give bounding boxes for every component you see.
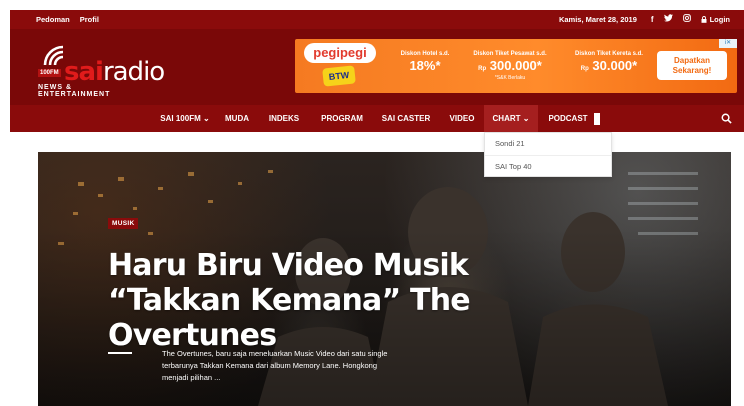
ad-choices-icon[interactable]: i✕ <box>719 39 737 48</box>
title-divider <box>108 352 132 354</box>
chart-dropdown-menu: Sondi 21 SAI Top 40 <box>484 132 612 177</box>
category-badge[interactable]: MUSIK <box>108 218 139 229</box>
ad-deal-currency: Rp <box>580 66 589 72</box>
ad-deal-value: 18%* <box>409 58 441 73</box>
logo-frequency: 100FM <box>38 69 61 77</box>
ad-btw-badge: BTW <box>322 65 356 87</box>
top-bar: Pedoman Profil Kamis, Maret 28, 2019 f L… <box>10 10 744 29</box>
site-logo[interactable]: 100FM sairadio NEWS & ENTERTAINMENT <box>36 41 165 98</box>
article-excerpt: The Overtunes, baru saja meneluarkan Mus… <box>162 349 388 382</box>
site-header: 100FM sairadio NEWS & ENTERTAINMENT pegi… <box>10 29 744 105</box>
ad-deal-title: Diskon Tiket Kereta s.d. <box>575 51 643 57</box>
login-button[interactable]: Login <box>701 15 730 24</box>
chevron-down-icon: ⌄ <box>522 114 530 123</box>
ad-deal-title: Diskon Tiket Pesawat s.d. <box>473 51 547 57</box>
ad-deal-train: Diskon Tiket Kereta s.d. Rp 30.000* <box>563 51 655 73</box>
ad-deal-hotel: Diskon Hotel s.d. 18%* <box>390 51 460 73</box>
logo-brand-radio: radio <box>102 57 165 87</box>
text-cursor <box>594 113 600 125</box>
advertisement-banner[interactable]: pegipegi BTW Diskon Hotel s.d. 18%* Disk… <box>295 39 737 93</box>
chevron-down-icon: ⌄ <box>203 114 210 123</box>
instagram-icon[interactable] <box>682 14 691 24</box>
ad-deal-value: Rp 300.000* <box>478 58 542 73</box>
logo-brand: sairadio <box>64 57 165 87</box>
ad-deal-note: *S&K Berlaku <box>494 75 526 81</box>
nav-item-chart[interactable]: CHART ⌄ <box>484 105 538 132</box>
ad-deal-currency: Rp <box>478 66 487 72</box>
twitter-icon[interactable] <box>663 14 673 24</box>
current-date: Kamis, Maret 28, 2019 <box>558 14 637 24</box>
nav-item-podcast[interactable]: PODCAST <box>544 105 592 132</box>
nav-item-sai-100fm[interactable]: SAI 100FM ⌄ <box>152 105 218 132</box>
facebook-icon[interactable]: f <box>651 15 654 24</box>
dropdown-item-sondi-21[interactable]: Sondi 21 <box>485 133 611 155</box>
featured-article[interactable]: MUSIK Haru Biru Video Musik “Takkan Kema… <box>38 152 731 406</box>
logo-brand-sai: sai <box>64 57 104 87</box>
ad-deal-flight: Diskon Tiket Pesawat s.d. Rp 300.000* *S… <box>460 51 560 81</box>
top-right: Kamis, Maret 28, 2019 f Login <box>559 14 730 24</box>
nav-item-muda[interactable]: MUDA <box>218 105 256 132</box>
nav-item-sai-caster[interactable]: SAI CASTER <box>376 105 436 132</box>
nav-item-program[interactable]: PROGRAM <box>312 105 372 132</box>
search-icon[interactable] <box>721 113 732 124</box>
nav-item-indeks[interactable]: INDEKS <box>264 105 304 132</box>
ad-cta-button[interactable]: Dapatkan Sekarang! <box>657 51 727 80</box>
main-navigation: SAI 100FM ⌄ MUDA INDEKS PROGRAM SAI CAST… <box>10 105 744 132</box>
login-label: Login <box>709 14 730 24</box>
nav-item-video[interactable]: VIDEO <box>444 105 480 132</box>
dropdown-item-sai-top-40[interactable]: SAI Top 40 <box>485 155 611 177</box>
ad-brand: pegipegi <box>304 43 376 63</box>
ad-deal-title: Diskon Hotel s.d. <box>400 51 450 57</box>
top-link-profil[interactable]: Profil <box>80 15 99 24</box>
ad-deal-value: Rp 30.000* <box>580 58 638 73</box>
top-links: Pedoman Profil <box>36 15 99 24</box>
lock-icon <box>701 15 707 23</box>
logo-tagline: NEWS & ENTERTAINMENT <box>38 84 111 98</box>
article-title[interactable]: Haru Biru Video Musik “Takkan Kemana” Th… <box>108 248 608 353</box>
top-link-pedoman[interactable]: Pedoman <box>36 15 70 24</box>
